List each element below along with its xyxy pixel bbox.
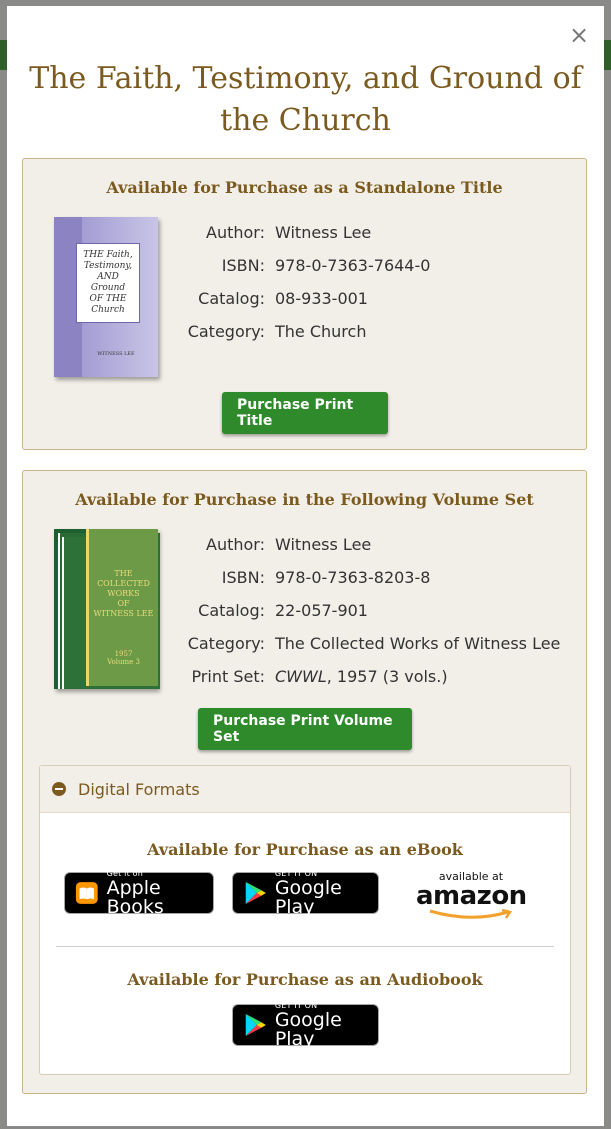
- purchase-print-title-button[interactable]: Purchase Print Title: [222, 392, 388, 434]
- volume-set-info-list: Author: Witness Lee ISBN: 978-0-7363-820…: [185, 534, 561, 699]
- info-row-isbn: ISBN: 978-0-7363-7644-0: [221, 256, 431, 275]
- cover-title-label: THE Faith, Testimony, AND Ground OF THE …: [76, 243, 140, 323]
- apple-books-icon: [75, 882, 98, 904]
- google-play-icon: [245, 882, 266, 904]
- amazon-badge[interactable]: available at amazon: [416, 870, 527, 921]
- standalone-heading: Available for Purchase as a Standalone T…: [106, 178, 503, 197]
- digital-formats-label: Digital Formats: [78, 779, 200, 799]
- google-play-badge-ebook[interactable]: GET IT ON Google Play: [232, 869, 379, 916]
- purchase-print-volume-set-button[interactable]: Purchase Print Volume Set: [198, 708, 412, 750]
- audiobook-heading: Available for Purchase as an Audiobook: [127, 970, 483, 989]
- section-divider: [56, 946, 554, 947]
- info-row-author: Author: Witness Lee: [206, 223, 372, 242]
- standalone-cover-image: THE Faith, Testimony, AND Ground OF THE …: [54, 217, 158, 377]
- volume-set-cover-image: THE COLLECTED WORKS OF WITNESS LEE 1957 …: [54, 529, 160, 689]
- collapse-minus-icon: [52, 782, 66, 796]
- book-detail-modal: × The Faith, Testimony, and Ground of th…: [7, 6, 604, 1126]
- volume-set-heading: Available for Purchase in the Following …: [75, 490, 534, 509]
- ebook-heading: Available for Purchase as an eBook: [147, 840, 463, 859]
- info-row-catalog: Catalog: 08-933-001: [198, 289, 368, 308]
- standalone-panel: Available for Purchase as a Standalone T…: [22, 158, 587, 450]
- info-row-print-set: Print Set: CWWL, 1957 (3 vols.): [191, 667, 448, 686]
- info-row-isbn: ISBN: 978-0-7363-8203-8: [221, 568, 431, 587]
- digital-formats-toggle[interactable]: Digital Formats: [40, 766, 570, 813]
- volume-set-panel: Available for Purchase in the Following …: [22, 470, 587, 1094]
- info-row-author: Author: Witness Lee: [206, 535, 372, 554]
- apple-books-badge[interactable]: Get it on Apple Books: [64, 869, 214, 916]
- standalone-info-list: Author: Witness Lee ISBN: 978-0-7363-764…: [185, 222, 431, 354]
- info-row-category: Category: The Church: [187, 322, 367, 341]
- info-row-catalog: Catalog: 22-057-901: [198, 601, 368, 620]
- close-button[interactable]: ×: [568, 23, 590, 47]
- modal-title: The Faith, Testimony, and Ground of the …: [29, 61, 582, 138]
- google-play-badge-audiobook[interactable]: GET IT ON Google Play: [232, 1001, 379, 1048]
- digital-formats-section: Digital Formats Available for Purchase a…: [39, 765, 571, 1075]
- google-play-icon: [245, 1014, 266, 1036]
- info-row-category: Category: The Collected Works of Witness…: [187, 634, 561, 653]
